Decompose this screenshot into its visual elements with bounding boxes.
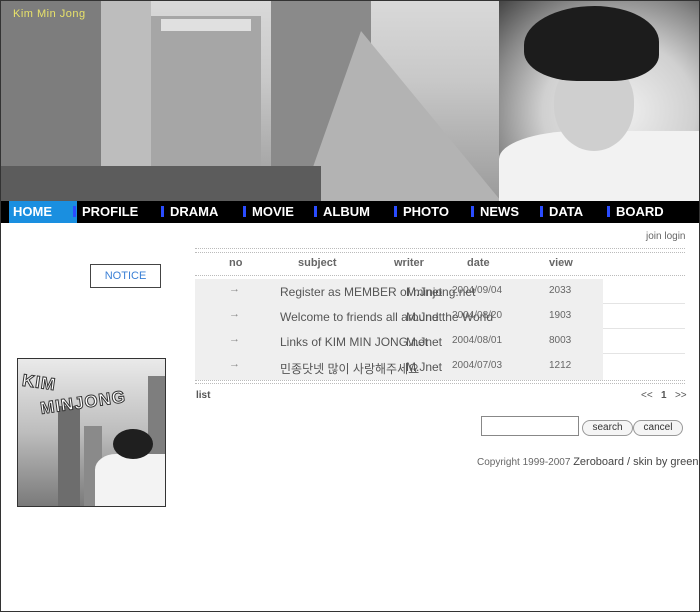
post-views: 1903 <box>549 310 572 321</box>
divider <box>195 275 685 276</box>
login-link[interactable]: login <box>664 231 685 242</box>
column-header-view[interactable]: view <box>549 257 573 269</box>
nav-item-photo[interactable]: PHOTO <box>394 201 449 223</box>
arrow-icon: → <box>229 283 240 295</box>
post-subject[interactable]: Register as MEMBER of minjong.net <box>280 285 475 299</box>
table-row: → Welcome to friends all around the Worl… <box>195 304 685 329</box>
street-photo <box>301 31 501 201</box>
column-header-date[interactable]: date <box>467 257 490 269</box>
arrow-icon: → <box>229 308 240 320</box>
current-page[interactable]: 1 <box>661 390 667 401</box>
account-links: join login <box>646 231 686 242</box>
nav-item-data[interactable]: DATA <box>540 201 583 223</box>
divider <box>195 248 685 249</box>
post-date: 2004/08/01 <box>452 335 503 346</box>
post-views: 1212 <box>549 360 572 371</box>
nav-item-board[interactable]: BOARD <box>607 201 664 223</box>
join-link[interactable]: join <box>646 231 662 242</box>
search-button[interactable]: search <box>582 420 633 436</box>
table-row: → Register as MEMBER of minjong.net M.Jn… <box>195 279 685 304</box>
nav-item-profile[interactable]: PROFILE <box>73 201 138 223</box>
column-header-subject[interactable]: subject <box>298 257 337 269</box>
search-input[interactable] <box>481 416 579 436</box>
post-views: 2033 <box>549 285 572 296</box>
divider <box>195 383 685 384</box>
prev-page-icon[interactable]: << <box>641 390 653 401</box>
next-page-icon[interactable]: >> <box>675 390 687 401</box>
header-banner: Kim Min Jong <box>1 1 699 201</box>
footer-credit[interactable]: Zeroboard / skin by green <box>573 456 698 468</box>
table-row: → 민종닷넷 많이 사랑해주세요 M.Jnet 2004/07/03 1212 <box>195 354 685 379</box>
column-header-writer[interactable]: writer <box>394 257 424 269</box>
post-subject[interactable]: 민종닷넷 많이 사랑해주세요 <box>280 360 419 377</box>
arrow-icon: → <box>229 358 240 370</box>
nav-item-album[interactable]: ALBUM <box>314 201 370 223</box>
post-writer[interactable]: M.Jnet <box>406 360 442 374</box>
post-writer[interactable]: M.Jnet <box>406 310 442 324</box>
list-button[interactable]: list <box>196 390 210 401</box>
pagination: << 1 >> <box>641 390 687 401</box>
album-thumbnail[interactable]: KIM MINJONG <box>17 358 166 507</box>
thumbnail-title-line1: KIM <box>20 370 58 395</box>
post-date: 2004/08/20 <box>452 310 503 321</box>
nav-item-home[interactable]: HOME <box>9 201 77 223</box>
table-row: → Links of KIM MIN JONG.net M.Jnet 2004/… <box>195 329 685 354</box>
column-header-no: no <box>229 257 243 269</box>
page-frame: Kim Min Jong HOME PROFILE DRAMA MOVIE AL… <box>0 0 700 612</box>
post-date: 2004/07/03 <box>452 360 503 371</box>
divider <box>195 380 685 381</box>
nav-item-news[interactable]: NEWS <box>471 201 519 223</box>
nav-item-drama[interactable]: DRAMA <box>161 201 218 223</box>
building-photo <box>161 19 251 31</box>
divider <box>195 252 685 253</box>
post-writer[interactable]: M.Jnet <box>406 285 442 299</box>
main-nav: HOME PROFILE DRAMA MOVIE ALBUM PHOTO NEW… <box>1 201 699 223</box>
post-writer[interactable]: M.Jnet <box>406 335 442 349</box>
notice-button[interactable]: NOTICE <box>90 264 161 288</box>
nav-item-movie[interactable]: MOVIE <box>243 201 294 223</box>
cancel-button[interactable]: cancel <box>633 420 683 436</box>
footer-copyright: Copyright 1999-2007 Zeroboard / skin by … <box>477 456 699 468</box>
post-date: 2004/09/04 <box>452 285 503 296</box>
post-views: 8003 <box>549 335 572 346</box>
site-title: Kim Min Jong <box>13 8 86 20</box>
arrow-icon: → <box>229 333 240 345</box>
portrait-photo <box>499 1 699 201</box>
trees-photo <box>1 166 321 201</box>
